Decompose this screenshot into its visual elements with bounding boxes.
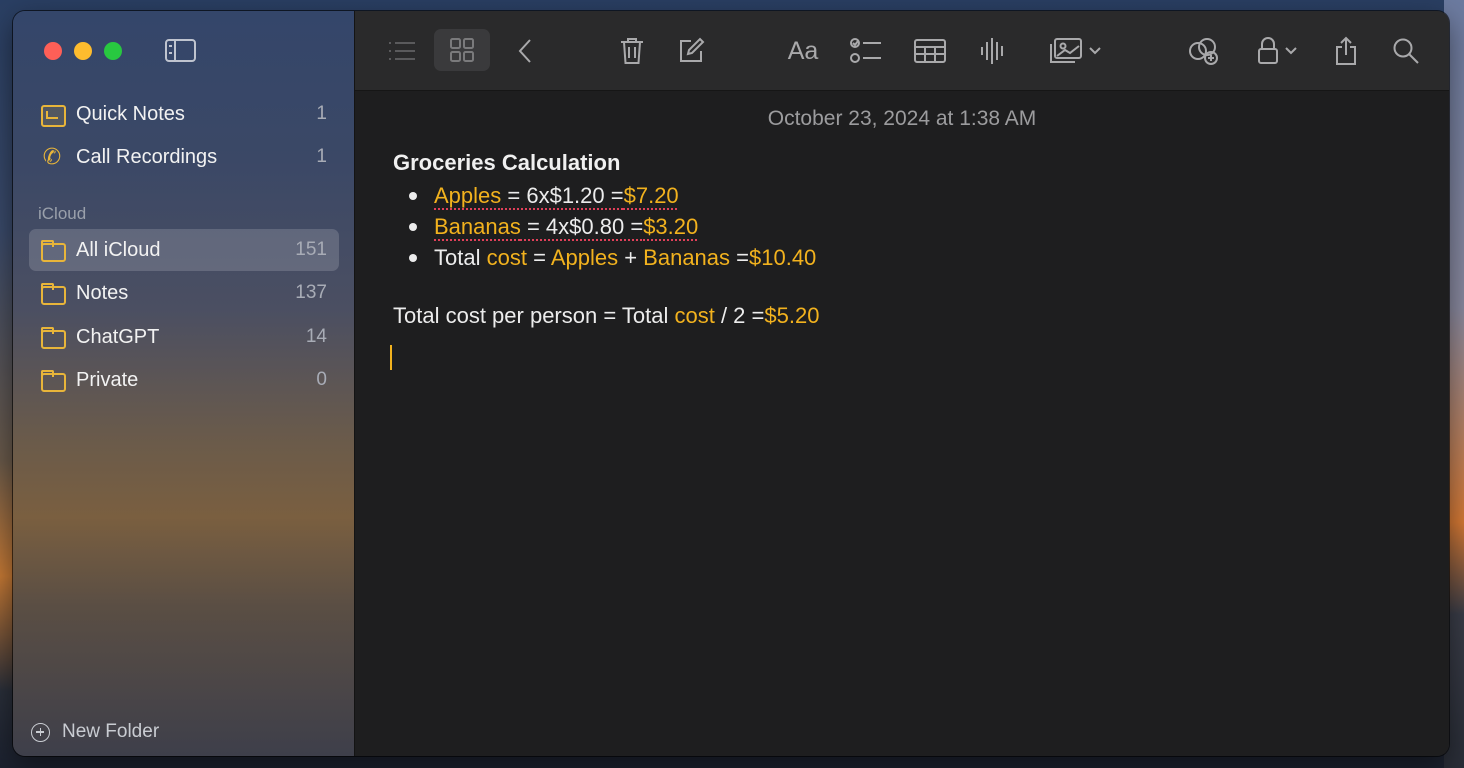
lock-icon[interactable] <box>1251 31 1303 71</box>
variable-cost[interactable]: cost <box>487 245 527 270</box>
toolbar: Aa <box>355 11 1449 91</box>
sidebar-item-call-recordings[interactable]: ✆ Call Recordings 1 <box>29 136 339 178</box>
sidebar-item-chatgpt[interactable]: ChatGPT 14 <box>29 316 339 358</box>
sidebar-toggle-icon[interactable] <box>165 39 196 62</box>
plus-circle-icon <box>31 722 50 742</box>
note-editor: Aa October 23, 2024 at 1:38 AM Groceries… <box>355 11 1449 756</box>
search-icon[interactable] <box>1391 31 1421 71</box>
minimize-button[interactable] <box>74 42 92 60</box>
expression: = 6x$1.20 = <box>501 183 624 208</box>
audio-waveform-icon[interactable] <box>979 31 1007 71</box>
sidebar-item-count: 151 <box>295 239 327 260</box>
zoom-button[interactable] <box>104 42 122 60</box>
variable-cost[interactable]: cost <box>674 303 714 328</box>
note-title: Groceries Calculation <box>393 150 621 175</box>
quick-notes-icon <box>39 103 66 127</box>
folder-icon <box>39 282 66 305</box>
close-button[interactable] <box>44 42 62 60</box>
format-text-icon[interactable]: Aa <box>783 31 823 71</box>
collaborate-icon[interactable] <box>1187 31 1221 71</box>
sidebar-item-label: ChatGPT <box>76 325 160 348</box>
variable-apples[interactable]: Apples <box>551 245 618 270</box>
compose-icon[interactable] <box>675 31 707 71</box>
sidebar-item-label: Notes <box>76 281 129 304</box>
calc-result[interactable]: $7.20 <box>624 183 679 208</box>
sidebar-item-notes[interactable]: Notes 137 <box>29 272 339 314</box>
text: + <box>618 245 644 270</box>
back-chevron-icon[interactable] <box>513 31 537 71</box>
folder-icon <box>39 239 66 262</box>
list-item: Bananas = 4x$0.80 =$3.20 <box>393 211 816 242</box>
note-bullet-list: Apples = 6x$1.20 =$7.20 Bananas = 4x$0.8… <box>393 180 816 273</box>
text: Total <box>434 245 487 270</box>
checklist-icon[interactable] <box>849 31 883 71</box>
section-label-icloud: iCloud <box>38 204 87 223</box>
sidebar-item-private[interactable]: Private 0 <box>29 359 339 401</box>
folder-icon <box>39 369 66 392</box>
calc-result[interactable]: $3.20 <box>643 214 698 239</box>
folder-icon <box>39 326 66 349</box>
calc-result[interactable]: $10.40 <box>749 245 816 270</box>
sidebar-item-quick-notes[interactable]: Quick Notes 1 <box>29 93 339 135</box>
sidebar: Quick Notes 1 ✆ Call Recordings 1 iCloud… <box>13 11 355 756</box>
sidebar-item-all-icloud[interactable]: All iCloud 151 <box>29 229 339 271</box>
text: = <box>730 245 749 270</box>
text: Total cost per person = Total <box>393 303 675 328</box>
list-item: Apples = 6x$1.20 =$7.20 <box>393 180 816 211</box>
per-person-line: Total cost per person = Total cost / 2 =… <box>393 303 819 329</box>
text-cursor <box>390 345 392 370</box>
list-item: Total cost = Apples + Bananas =$10.40 <box>393 242 816 273</box>
text: / 2 = <box>714 303 765 328</box>
gallery-view-icon[interactable] <box>434 29 490 71</box>
calc-result[interactable]: $5.20 <box>764 303 819 328</box>
sidebar-item-count: 1 <box>316 103 327 124</box>
sidebar-item-label: All iCloud <box>76 238 161 261</box>
table-icon[interactable] <box>913 31 947 71</box>
variable-bananas[interactable]: Bananas <box>434 214 521 239</box>
sidebar-item-label: Call Recordings <box>76 145 218 168</box>
sidebar-item-label: Private <box>76 368 139 391</box>
media-icon[interactable] <box>1043 31 1107 71</box>
sidebar-item-count: 137 <box>295 282 327 303</box>
sidebar-item-count: 14 <box>305 326 327 347</box>
new-folder-button[interactable]: New Folder <box>31 721 159 743</box>
trash-icon[interactable] <box>617 31 647 71</box>
sidebar-item-label: Quick Notes <box>76 102 185 125</box>
note-date: October 23, 2024 at 1:38 AM <box>767 107 1037 130</box>
list-view-icon[interactable] <box>385 31 419 71</box>
share-icon[interactable] <box>1333 31 1359 71</box>
new-folder-label: New Folder <box>62 721 160 742</box>
variable-bananas[interactable]: Bananas <box>643 245 730 270</box>
window-controls <box>44 42 122 60</box>
variable-apples[interactable]: Apples <box>434 183 501 208</box>
phone-icon: ✆ <box>42 144 62 169</box>
text: = <box>526 245 551 270</box>
sidebar-item-count: 1 <box>316 146 327 167</box>
expression: = 4x$0.80 = <box>520 214 644 239</box>
sidebar-item-count: 0 <box>316 369 327 390</box>
note-body[interactable]: October 23, 2024 at 1:38 AM Groceries Ca… <box>355 91 1449 756</box>
notes-window: Quick Notes 1 ✆ Call Recordings 1 iCloud… <box>13 11 1449 756</box>
